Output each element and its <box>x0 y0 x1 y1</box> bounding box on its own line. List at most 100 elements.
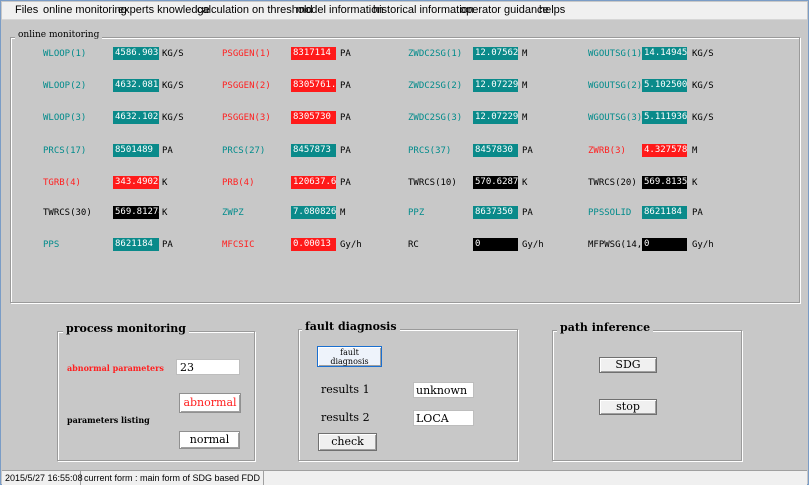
param-label-twrcs-30: TWRCS(30) <box>43 208 92 218</box>
param-label-twrcs-20: TWRCS(20) <box>588 178 637 188</box>
param-unit-psggen-3: PA <box>340 113 351 123</box>
param-unit-prb-4: PA <box>340 178 351 188</box>
param-unit-ppz: PA <box>522 208 533 218</box>
results2-label: results 2 <box>321 411 370 424</box>
param-label-psggen-3: PSGGEN(3) <box>222 113 271 123</box>
param-label-zwdc2sg-3: ZWDC2SG(3) <box>408 113 463 123</box>
param-label-tgrb-4: TGRB(4) <box>43 178 81 188</box>
online-monitoring-group <box>10 37 800 303</box>
param-unit-zwpz: M <box>340 208 346 218</box>
menu-files[interactable]: Files <box>15 4 38 16</box>
param-value-twrcs-20: 569.81354 <box>642 176 687 189</box>
param-label-psggen-1: PSGGEN(1) <box>222 49 271 59</box>
fault-diagnosis-button-line1: fault <box>340 348 359 357</box>
status-bar: 2015/5/27 16:55:08 current form : main f… <box>2 470 807 485</box>
param-unit-psggen-2: PA <box>340 81 351 91</box>
param-value-twrcs-30: 569.81274 <box>113 206 159 219</box>
param-value-zwdc2sg-2: 12.072295 <box>473 79 518 92</box>
menu-historical-information[interactable]: historical information <box>373 4 474 16</box>
param-unit-wgoutsg-3: KG/S <box>692 113 714 123</box>
fault-diagnosis-title: fault diagnosis <box>302 320 400 333</box>
param-unit-zwdc2sg-2: M <box>522 81 528 91</box>
check-button[interactable]: check <box>318 433 377 451</box>
status-current-form: current form : main form of SDG based FD… <box>81 471 264 485</box>
param-value-ppssolid: 8621184 <box>642 206 687 219</box>
param-value-zwrb-3: 4.32757859 <box>642 144 687 157</box>
param-value-rc: 0 <box>473 238 518 251</box>
param-label-zwdc2sg-2: ZWDC2SG(2) <box>408 81 463 91</box>
param-unit-wloop-3: KG/S <box>162 113 184 123</box>
param-unit-twrcs-30: K <box>162 208 168 218</box>
param-value-pps: 8621184 <box>113 238 159 251</box>
param-unit-twrcs-10: K <box>522 178 528 188</box>
param-unit-ppssolid: PA <box>692 208 703 218</box>
param-value-wloop-3: 4632.1021 <box>113 111 159 124</box>
param-label-wgoutsg-3: WGOUTSG(3) <box>588 113 643 123</box>
param-value-zwpz: 7.0808269 <box>291 206 336 219</box>
param-label-zwdc2sg-1: ZWDC2SG(1) <box>408 49 463 59</box>
param-value-wloop-1: 4586.9038 <box>113 47 159 60</box>
param-unit-tgrb-4: K <box>162 178 168 188</box>
param-value-wgoutsg-2: 5.1025009 <box>642 79 687 92</box>
param-unit-rc: Gy/h <box>522 240 544 250</box>
param-label-pps: PPS <box>43 240 60 250</box>
normal-button[interactable]: normal <box>179 431 240 449</box>
param-value-prcs-17: 8501489 <box>113 144 159 157</box>
abnormal-parameters-label: abnormal parameters <box>67 363 164 373</box>
param-unit-prcs-37: PA <box>522 146 533 156</box>
param-label-twrcs-10: TWRCS(10) <box>408 178 457 188</box>
results2-field: LOCA <box>413 410 474 426</box>
param-value-psggen-2: 8305761.5 <box>291 79 336 92</box>
param-value-prcs-27: 8457873 <box>291 144 336 157</box>
param-value-prcs-37: 8457830 <box>473 144 518 157</box>
param-unit-wgoutsg-2: KG/S <box>692 81 714 91</box>
param-label-ppssolid: PPSSOLID <box>588 208 632 218</box>
param-value-wloop-2: 4632.0813 <box>113 79 159 92</box>
param-value-mfpwsg-14-1: 0 <box>642 238 687 251</box>
param-unit-twrcs-20: K <box>692 178 698 188</box>
param-label-prb-4: PRB(4) <box>222 178 255 188</box>
param-value-zwdc2sg-3: 12.072292 <box>473 111 518 124</box>
parameters-listing-label: parameters listing <box>67 415 150 425</box>
abnormal-button[interactable]: abnormal <box>179 393 241 413</box>
param-unit-pps: PA <box>162 240 173 250</box>
param-label-wloop-2: WLOOP(2) <box>43 81 87 91</box>
param-value-twrcs-10: 570.62872 <box>473 176 518 189</box>
param-unit-zwrb-3: M <box>692 146 698 156</box>
online-monitoring-title: online monitoring <box>15 30 103 40</box>
param-value-mfcsic: 0.00013 <box>291 238 336 251</box>
param-value-zwdc2sg-1: 12.075621 <box>473 47 518 60</box>
menu-helps[interactable]: helps <box>539 4 565 16</box>
param-value-ppz: 8637350 <box>473 206 518 219</box>
param-label-ppz: PPZ <box>408 208 425 218</box>
param-unit-psggen-1: PA <box>340 49 351 59</box>
param-unit-zwdc2sg-3: M <box>522 113 528 123</box>
abnormal-parameters-count: 23 <box>176 359 240 375</box>
param-label-wloop-3: WLOOP(3) <box>43 113 87 123</box>
param-unit-mfpwsg-14-1: Gy/h <box>692 240 714 250</box>
param-label-zwrb-3: ZWRB(3) <box>588 146 626 156</box>
param-unit-prcs-17: PA <box>162 146 173 156</box>
param-label-prcs-27: PRCS(27) <box>222 146 266 156</box>
param-label-zwpz: ZWPZ <box>222 208 244 218</box>
param-value-prb-4: 120637.68 <box>291 176 336 189</box>
menu-experts-knowledge[interactable]: experts knowledge <box>118 4 210 16</box>
param-label-prcs-17: PRCS(17) <box>43 146 87 156</box>
status-datetime: 2015/5/27 16:55:08 <box>2 471 83 485</box>
results1-field: unknown <box>413 382 474 398</box>
stop-button[interactable]: stop <box>599 399 657 415</box>
menu-model-information[interactable]: model information <box>296 4 383 16</box>
param-value-tgrb-4: 343.49026 <box>113 176 159 189</box>
sdg-button[interactable]: SDG <box>599 357 657 373</box>
param-label-rc: RC <box>408 240 419 250</box>
menu-online-monitoring[interactable]: online monitoring <box>43 4 127 16</box>
param-unit-wloop-2: KG/S <box>162 81 184 91</box>
param-label-wgoutsg-2: WGOUTSG(2) <box>588 81 643 91</box>
param-value-wgoutsg-3: 5.1119366 <box>642 111 687 124</box>
process-monitoring-title: process monitoring <box>63 322 189 335</box>
fault-diagnosis-button[interactable]: fault diagnosis <box>317 346 382 367</box>
param-value-psggen-1: 8317114 <box>291 47 336 60</box>
menu-operator-guidance[interactable]: operator guidance <box>460 4 549 16</box>
main-window: Files online monitoring experts knowledg… <box>0 0 809 485</box>
param-value-wgoutsg-1: 14.149455 <box>642 47 687 60</box>
